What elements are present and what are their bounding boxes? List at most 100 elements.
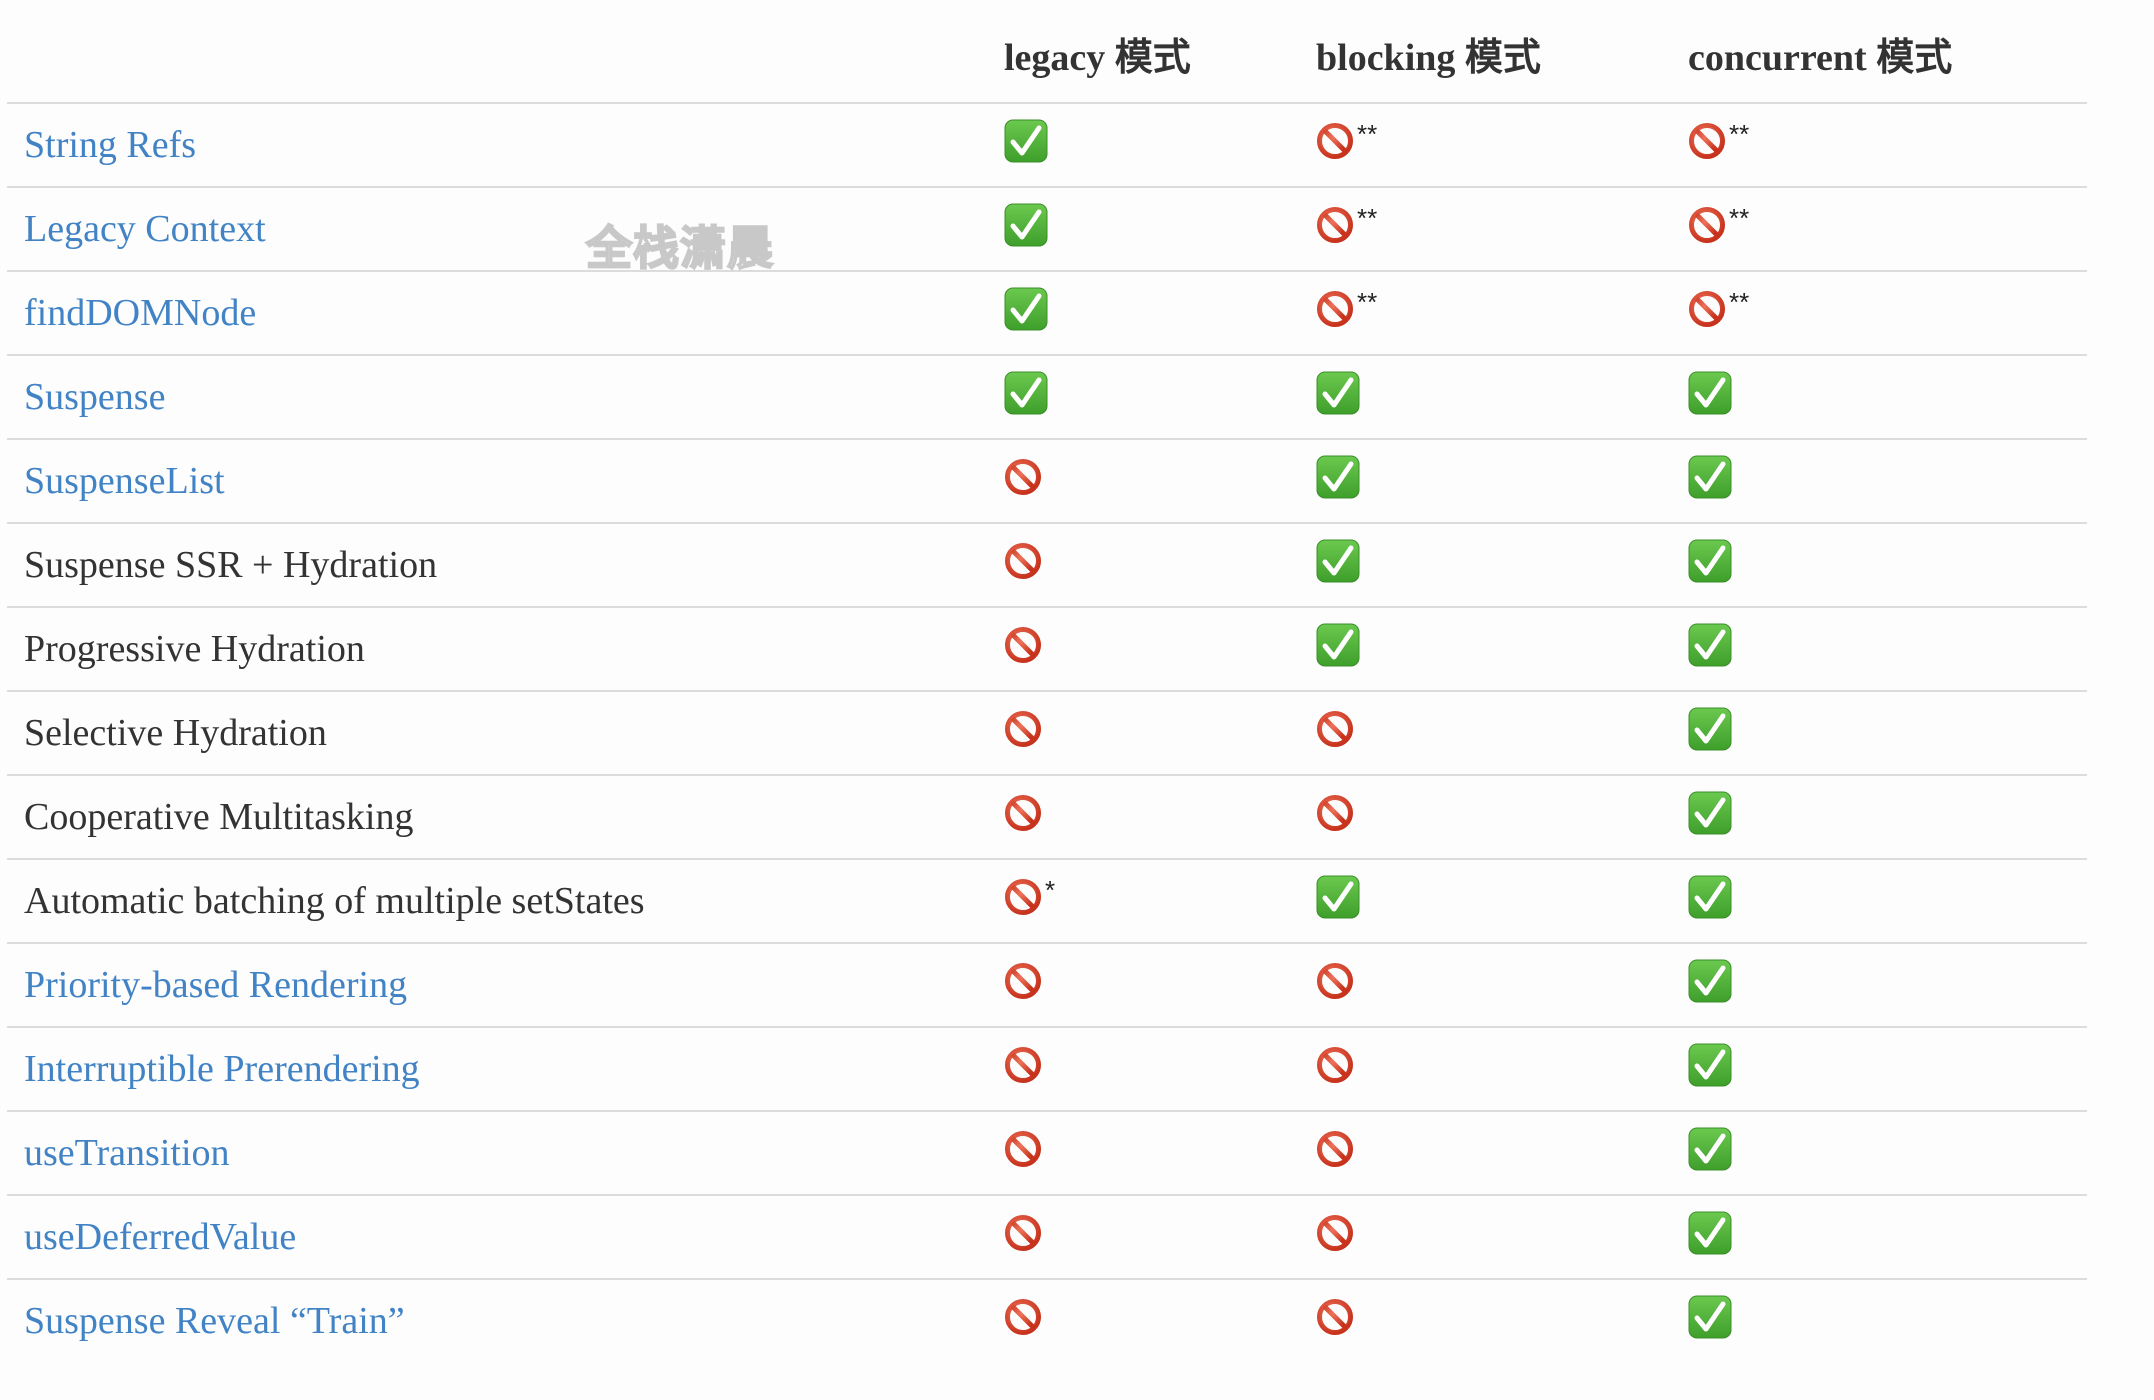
feature-link[interactable]: Suspense bbox=[24, 373, 165, 421]
check-mark-button-icon bbox=[1688, 707, 1732, 751]
feature-label: Cooperative Multitasking bbox=[24, 796, 414, 838]
concurrent-mode-cell bbox=[1688, 875, 1732, 921]
prohibited-icon bbox=[1004, 875, 1042, 916]
legacy-mode-cell bbox=[1004, 959, 1042, 1005]
table-row: Legacy Context ** ** bbox=[7, 188, 2087, 272]
prohibited-icon bbox=[1004, 707, 1042, 748]
footnote-marker: ** bbox=[1729, 203, 1750, 233]
check-mark-button-icon bbox=[1316, 875, 1360, 919]
check-mark-button-icon bbox=[1004, 371, 1048, 415]
check-mark-button-icon bbox=[1316, 623, 1360, 667]
table-body: String Refs ** ** Legacy Context ** ** f… bbox=[7, 104, 2087, 1362]
prohibited-icon bbox=[1688, 203, 1726, 244]
prohibited-icon bbox=[1004, 1043, 1042, 1084]
table-row: Suspense Reveal “Train” bbox=[7, 1280, 2087, 1362]
footnote-marker: ** bbox=[1729, 287, 1750, 317]
feature-label: Progressive Hydration bbox=[24, 628, 365, 670]
concurrent-mode-cell bbox=[1688, 539, 1732, 585]
column-header-legacy: legacy 模式 bbox=[1004, 37, 1191, 79]
prohibited-icon bbox=[1004, 539, 1042, 580]
concurrent-mode-cell bbox=[1688, 959, 1732, 1005]
mode-comparison-table: legacy 模式 blocking 模式 concurrent 模式 Stri… bbox=[7, 0, 2087, 1362]
check-mark-button-icon bbox=[1316, 455, 1360, 499]
table-row: Selective Hydration bbox=[7, 692, 2087, 776]
feature-link[interactable]: String Refs bbox=[24, 121, 196, 169]
blocking-mode-cell bbox=[1316, 1295, 1354, 1341]
legacy-mode-cell bbox=[1004, 707, 1042, 753]
prohibited-icon bbox=[1316, 119, 1354, 160]
footnote-marker: ** bbox=[1357, 287, 1378, 317]
prohibited-icon bbox=[1004, 1295, 1042, 1336]
check-mark-button-icon bbox=[1688, 623, 1732, 667]
check-mark-button-icon bbox=[1004, 287, 1048, 331]
table-row: Suspense bbox=[7, 356, 2087, 440]
prohibited-icon bbox=[1316, 1127, 1354, 1168]
check-mark-button-icon bbox=[1688, 455, 1732, 499]
concurrent-mode-cell: ** bbox=[1688, 203, 1749, 249]
concurrent-mode-cell bbox=[1688, 371, 1732, 417]
prohibited-icon bbox=[1004, 455, 1042, 496]
table-row: findDOMNode ** ** bbox=[7, 272, 2087, 356]
check-mark-button-icon bbox=[1004, 203, 1048, 247]
footnote-marker: ** bbox=[1729, 119, 1750, 149]
table-row: Automatic batching of multiple setStates… bbox=[7, 860, 2087, 944]
feature-link[interactable]: SuspenseList bbox=[24, 457, 225, 505]
check-mark-button-icon bbox=[1004, 119, 1048, 163]
legacy-mode-cell bbox=[1004, 287, 1048, 333]
blocking-mode-cell bbox=[1316, 371, 1360, 417]
blocking-mode-cell bbox=[1316, 1211, 1354, 1257]
prohibited-icon bbox=[1004, 623, 1042, 664]
table-row: String Refs ** ** bbox=[7, 104, 2087, 188]
blocking-mode-cell bbox=[1316, 707, 1354, 753]
check-mark-button-icon bbox=[1316, 539, 1360, 583]
feature-link[interactable]: Legacy Context bbox=[24, 205, 266, 253]
footnote-marker: ** bbox=[1357, 119, 1378, 149]
prohibited-icon bbox=[1004, 1211, 1042, 1252]
legacy-mode-cell bbox=[1004, 203, 1048, 249]
table-row: useTransition bbox=[7, 1112, 2087, 1196]
concurrent-mode-cell bbox=[1688, 1295, 1732, 1341]
feature-link[interactable]: useTransition bbox=[24, 1129, 230, 1177]
prohibited-icon bbox=[1316, 959, 1354, 1000]
legacy-mode-cell bbox=[1004, 1295, 1042, 1341]
blocking-mode-cell: ** bbox=[1316, 287, 1377, 333]
table-row: Cooperative Multitasking bbox=[7, 776, 2087, 860]
feature-link[interactable]: Interruptible Prerendering bbox=[24, 1045, 420, 1093]
prohibited-icon bbox=[1004, 1127, 1042, 1168]
blocking-mode-cell bbox=[1316, 875, 1360, 921]
concurrent-mode-cell: ** bbox=[1688, 287, 1749, 333]
check-mark-button-icon bbox=[1688, 875, 1732, 919]
footnote-marker: * bbox=[1045, 875, 1056, 905]
legacy-mode-cell bbox=[1004, 539, 1042, 585]
feature-link[interactable]: useDeferredValue bbox=[24, 1213, 296, 1261]
table-row: useDeferredValue bbox=[7, 1196, 2087, 1280]
footnote-marker: ** bbox=[1357, 203, 1378, 233]
legacy-mode-cell bbox=[1004, 1127, 1042, 1173]
feature-link[interactable]: findDOMNode bbox=[24, 289, 256, 337]
column-header-blocking: blocking 模式 bbox=[1316, 37, 1541, 79]
table-row: SuspenseList bbox=[7, 440, 2087, 524]
legacy-mode-cell bbox=[1004, 455, 1042, 501]
feature-link[interactable]: Suspense Reveal “Train” bbox=[24, 1297, 405, 1345]
prohibited-icon bbox=[1688, 287, 1726, 328]
check-mark-button-icon bbox=[1688, 1211, 1732, 1255]
check-mark-button-icon bbox=[1688, 791, 1732, 835]
legacy-mode-cell bbox=[1004, 623, 1042, 669]
table-row: Suspense SSR + Hydration bbox=[7, 524, 2087, 608]
table-row: Priority-based Rendering bbox=[7, 944, 2087, 1028]
prohibited-icon bbox=[1316, 791, 1354, 832]
legacy-mode-cell bbox=[1004, 791, 1042, 837]
legacy-mode-cell bbox=[1004, 1043, 1042, 1089]
legacy-mode-cell bbox=[1004, 371, 1048, 417]
check-mark-button-icon bbox=[1316, 371, 1360, 415]
blocking-mode-cell bbox=[1316, 623, 1360, 669]
blocking-mode-cell bbox=[1316, 539, 1360, 585]
check-mark-button-icon bbox=[1688, 1295, 1732, 1339]
legacy-mode-cell bbox=[1004, 1211, 1042, 1257]
column-header-concurrent: concurrent 模式 bbox=[1688, 37, 1953, 79]
feature-link[interactable]: Priority-based Rendering bbox=[24, 961, 407, 1009]
check-mark-button-icon bbox=[1688, 371, 1732, 415]
legacy-mode-cell bbox=[1004, 119, 1048, 165]
feature-label: Suspense SSR + Hydration bbox=[24, 544, 438, 586]
concurrent-mode-cell bbox=[1688, 623, 1732, 669]
